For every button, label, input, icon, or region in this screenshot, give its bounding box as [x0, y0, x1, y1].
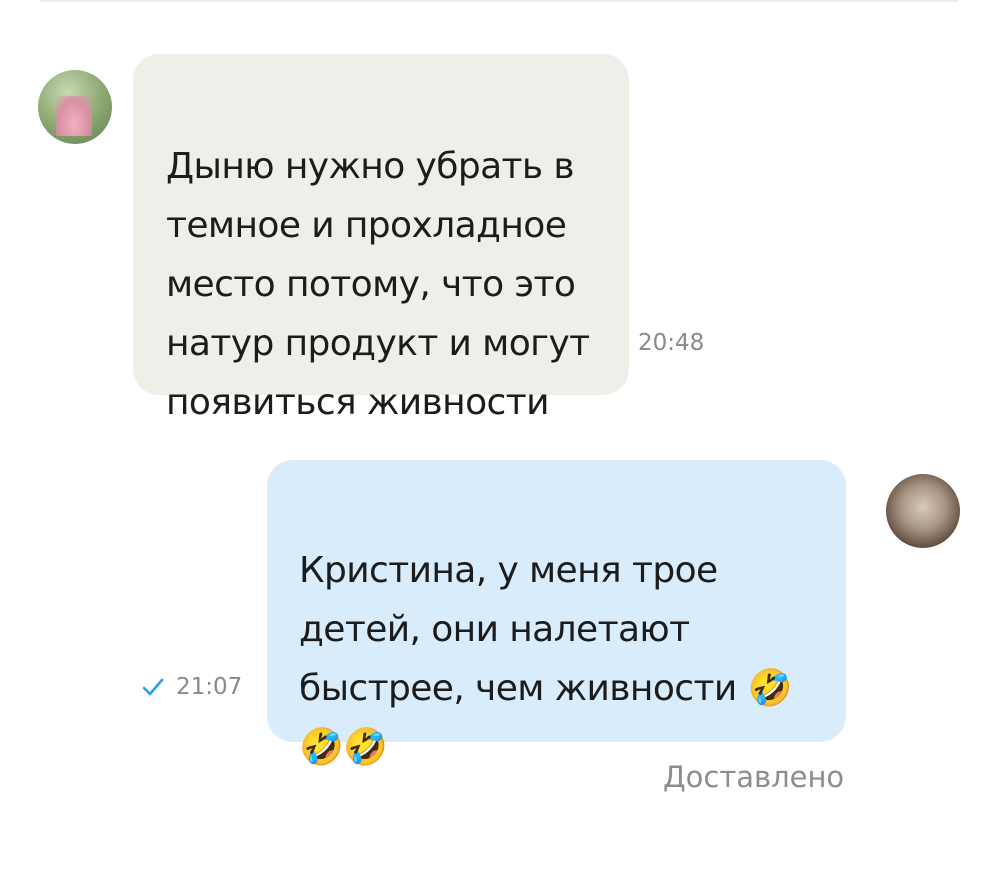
sender-avatar[interactable]: [38, 70, 112, 144]
incoming-message-time: 20:48: [638, 330, 705, 356]
outgoing-message-bubble[interactable]: Кристина, у меня трое детей, они налетаю…: [267, 460, 846, 768]
chat-thread: Дыню нужно убрать в темное и прохладное …: [0, 0, 1000, 885]
outgoing-message-time: 21:07: [176, 674, 243, 700]
incoming-message-text: Дыню нужно убрать в темное и прохладное …: [166, 146, 590, 423]
outgoing-message-text: Кристина, у меня трое детей, они налетаю…: [299, 550, 792, 768]
avatar-photo-figure: [56, 96, 92, 136]
my-avatar[interactable]: [886, 474, 960, 548]
top-divider: [40, 0, 958, 2]
delivery-status: Доставлено: [663, 760, 845, 794]
incoming-message-bubble[interactable]: Дыню нужно убрать в темное и прохладное …: [133, 54, 629, 423]
checkmark-icon: [142, 678, 164, 696]
outgoing-message-meta: 21:07: [142, 674, 242, 700]
